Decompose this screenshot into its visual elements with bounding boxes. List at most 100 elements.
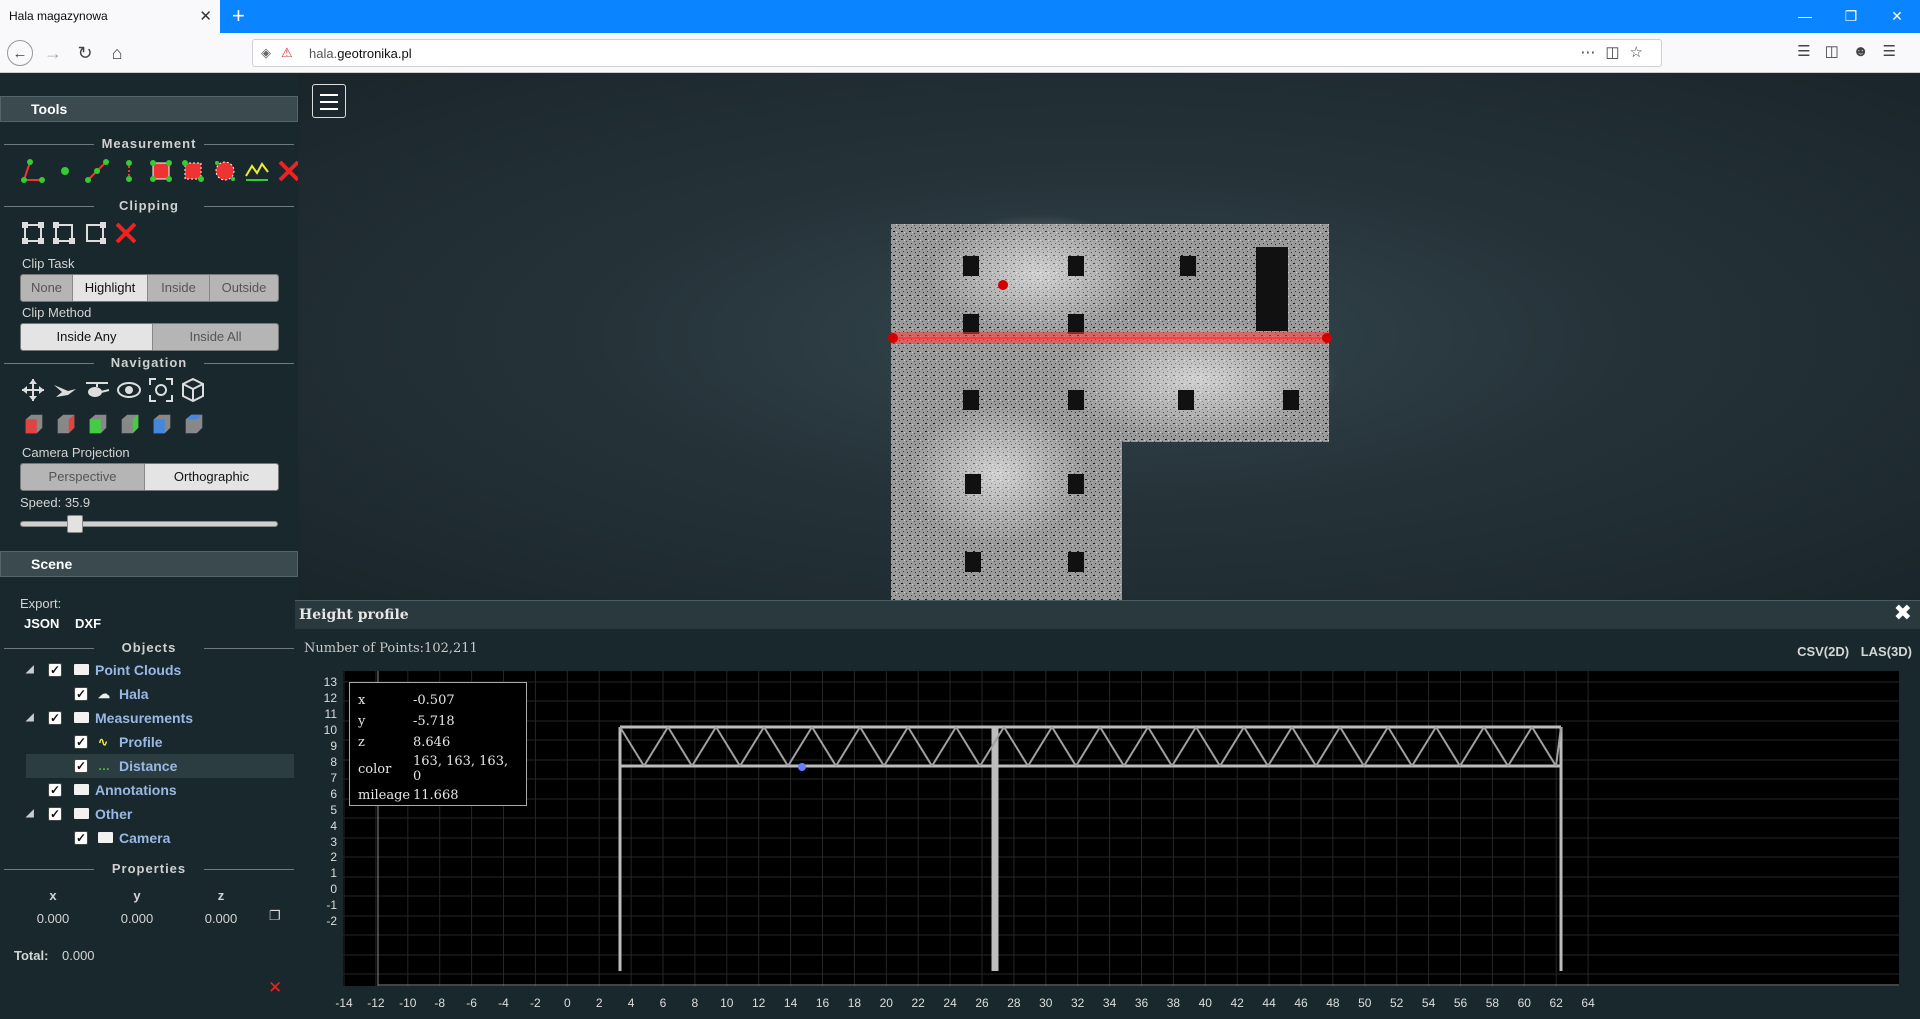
coord-y-label: y bbox=[133, 888, 141, 903]
copy-icon[interactable]: ❐ bbox=[269, 908, 281, 924]
left-view-icon[interactable] bbox=[22, 412, 46, 436]
navigation-cube-icon[interactable] bbox=[180, 377, 206, 403]
back-icon[interactable]: ← bbox=[7, 40, 33, 66]
speed-slider[interactable] bbox=[20, 515, 278, 533]
x-tick-label: 10 bbox=[720, 996, 734, 1010]
clip-task-highlight[interactable]: Highlight bbox=[73, 275, 148, 301]
front-view-icon[interactable] bbox=[86, 412, 110, 436]
earth-controls-icon[interactable] bbox=[20, 377, 46, 403]
area-icon[interactable] bbox=[148, 158, 174, 184]
url-bar[interactable]: ◈ ⚠ hala.geotronika.pl ⋯◫☆ bbox=[252, 39, 1662, 67]
profile-start-point[interactable] bbox=[888, 333, 898, 343]
x-tick-label: 8 bbox=[691, 996, 699, 1010]
tree-item-other[interactable]: ◢ ✓ Other bbox=[26, 802, 294, 826]
fly-controls-icon[interactable] bbox=[52, 377, 78, 403]
checkbox[interactable]: ✓ bbox=[74, 831, 88, 845]
url-text[interactable]: hala.geotronika.pl bbox=[309, 46, 412, 61]
tree-item-camera[interactable]: ✓ Camera bbox=[26, 826, 294, 850]
y-tick-label: 10 bbox=[323, 722, 337, 737]
export-dxf-link[interactable]: DXF bbox=[75, 616, 101, 631]
tree-label: Measurements bbox=[95, 710, 194, 726]
measurement-title: Measurement bbox=[0, 136, 298, 151]
checkbox[interactable]: ✓ bbox=[48, 807, 62, 821]
tools-header[interactable]: Tools bbox=[0, 96, 298, 122]
new-tab-icon[interactable]: + bbox=[232, 4, 245, 28]
checkbox[interactable]: ✓ bbox=[74, 735, 88, 749]
x-tick-label: -4 bbox=[498, 996, 509, 1010]
restore-icon[interactable]: ❐ bbox=[1828, 0, 1874, 33]
tab-bar: Hala magazynowa ✕ + — ❐ ✕ bbox=[0, 0, 1920, 33]
point-icon[interactable] bbox=[52, 158, 78, 184]
expand-arrow-icon[interactable]: ◢ bbox=[26, 802, 34, 826]
checkbox[interactable]: ✓ bbox=[48, 663, 62, 677]
point-cloud-viewer[interactable] bbox=[298, 74, 1920, 600]
tree-item-hala[interactable]: ✓ ☁ Hala bbox=[26, 682, 294, 706]
clip-plane-icon[interactable] bbox=[82, 220, 108, 246]
tree-item-profile[interactable]: ✓ ∿ Profile bbox=[26, 730, 294, 754]
export-json-link[interactable]: JSON bbox=[24, 616, 59, 631]
tree-item-measurements[interactable]: ◢ ✓ Measurements bbox=[26, 706, 294, 730]
back-view-icon[interactable] bbox=[118, 412, 142, 436]
clip-task-inside[interactable]: Inside bbox=[148, 275, 210, 301]
remove-clipping-icon[interactable] bbox=[113, 220, 139, 246]
tab-close-icon[interactable]: ✕ bbox=[199, 0, 212, 33]
volume-icon[interactable] bbox=[180, 158, 206, 184]
profile-icon[interactable] bbox=[244, 158, 270, 184]
checkbox[interactable]: ✓ bbox=[48, 783, 62, 797]
clip-method-inside-any[interactable]: Inside Any bbox=[21, 324, 153, 350]
clip-task-none[interactable]: None bbox=[21, 275, 73, 301]
expand-arrow-icon[interactable]: ◢ bbox=[26, 658, 34, 682]
export-las-link[interactable]: LAS(3D) bbox=[1861, 644, 1912, 659]
window-close-icon[interactable]: ✕ bbox=[1874, 0, 1920, 33]
height-icon[interactable] bbox=[116, 158, 142, 184]
y-tick-label: 2 bbox=[330, 850, 337, 865]
sphere-volume-icon[interactable] bbox=[212, 158, 238, 184]
distance-point[interactable] bbox=[998, 280, 1008, 290]
profile-end-point[interactable] bbox=[1322, 333, 1332, 343]
export-csv-link[interactable]: CSV(2D) bbox=[1797, 644, 1849, 659]
forward-icon[interactable]: → bbox=[40, 40, 66, 66]
y-tick-label: -1 bbox=[326, 898, 337, 913]
top-view-icon[interactable] bbox=[150, 412, 174, 436]
bottom-view-icon[interactable] bbox=[182, 412, 206, 436]
camera-projection-group: Perspective Orthographic bbox=[20, 463, 279, 491]
folder-icon bbox=[74, 664, 89, 675]
clip-method-inside-all[interactable]: Inside All bbox=[153, 324, 278, 350]
delete-icon[interactable]: ✕ bbox=[268, 978, 282, 998]
projection-orthographic[interactable]: Orthographic bbox=[145, 464, 278, 490]
tree-item-distance[interactable]: ✓ … Distance bbox=[26, 754, 294, 778]
tree-item-point-clouds[interactable]: ◢ ✓ Point Clouds bbox=[26, 658, 294, 682]
right-view-icon[interactable] bbox=[54, 412, 78, 436]
x-tick-label: 32 bbox=[1071, 996, 1085, 1010]
checkbox[interactable]: ✓ bbox=[48, 711, 62, 725]
toolbar-icons[interactable]: ☰◫☻☰ bbox=[1797, 42, 1910, 60]
profile-plot[interactable] bbox=[343, 671, 1899, 986]
browser-tab[interactable]: Hala magazynowa ✕ bbox=[0, 0, 220, 33]
clip-volume-icon[interactable] bbox=[20, 220, 46, 246]
clip-polygon-icon[interactable] bbox=[51, 220, 77, 246]
profile-plot-svg bbox=[343, 671, 1899, 986]
projection-perspective[interactable]: Perspective bbox=[21, 464, 145, 490]
tree-item-annotations[interactable]: ✓ Annotations bbox=[26, 778, 294, 802]
speed-slider-handle[interactable] bbox=[66, 515, 83, 533]
home-icon[interactable]: ⌂ bbox=[104, 40, 130, 66]
objects-title: Objects bbox=[0, 640, 298, 655]
focus-icon[interactable] bbox=[148, 377, 174, 403]
checkbox[interactable]: ✓ bbox=[74, 687, 88, 701]
x-tick-label: 16 bbox=[815, 996, 830, 1010]
reload-icon[interactable]: ↻ bbox=[72, 40, 98, 66]
close-icon[interactable]: ✖ bbox=[1894, 603, 1912, 625]
helicopter-controls-icon[interactable] bbox=[84, 377, 110, 403]
checkbox[interactable]: ✓ bbox=[74, 759, 88, 773]
scene-header[interactable]: Scene bbox=[0, 551, 298, 577]
minimize-icon[interactable]: — bbox=[1782, 0, 1828, 33]
shield-icon[interactable]: ◈ bbox=[261, 45, 271, 61]
insecure-lock-icon[interactable]: ⚠ bbox=[281, 45, 293, 61]
clip-task-outside[interactable]: Outside bbox=[210, 275, 278, 301]
orbit-controls-icon[interactable] bbox=[116, 377, 142, 403]
page-actions-icons[interactable]: ⋯◫☆ bbox=[1580, 43, 1653, 61]
tooltip-value: -5.718 bbox=[413, 714, 455, 729]
expand-arrow-icon[interactable]: ◢ bbox=[26, 706, 34, 730]
angle-icon[interactable] bbox=[20, 158, 46, 184]
distance-icon[interactable] bbox=[84, 158, 110, 184]
